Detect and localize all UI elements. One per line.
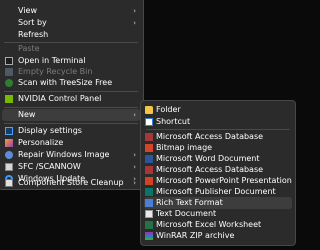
new-submenu: Folder Shortcut Microsoft Access Databas…: [140, 100, 296, 246]
menu-item-nvidia-control-panel[interactable]: NVIDIA Control Panel: [0, 93, 143, 105]
chevron-right-icon: ›: [133, 19, 136, 27]
new-item-folder[interactable]: Folder: [141, 104, 295, 116]
new-item-shortcut[interactable]: Shortcut: [141, 116, 295, 128]
repair-icon: [5, 151, 13, 159]
chevron-right-icon: ›: [133, 111, 136, 119]
powerpoint-icon: [145, 177, 153, 185]
access-icon: [145, 133, 153, 141]
new-item-label: WinRAR ZIP archive: [156, 231, 235, 240]
chevron-right-icon: ›: [133, 179, 136, 187]
menu-item-repair-windows-image[interactable]: Repair Windows Image ›: [0, 149, 143, 161]
menu-item-sort-by[interactable]: Sort by ›: [0, 17, 143, 29]
new-item-label: Microsoft Access Database: [156, 132, 264, 141]
menu-item-label: Refresh: [18, 30, 49, 39]
menu-item-label: Empty Recycle Bin: [18, 67, 93, 76]
menu-item-sfc-scannow[interactable]: SFC /SCANNOW ›: [0, 161, 143, 173]
text-document-icon: [145, 210, 153, 218]
menu-item-label: SFC /SCANNOW: [18, 162, 81, 171]
folder-icon: [145, 106, 153, 114]
menu-item-view[interactable]: View ›: [0, 5, 143, 17]
menu-item-label: Paste: [18, 44, 40, 53]
bitmap-icon: [145, 144, 153, 152]
new-item-label: Shortcut: [156, 117, 191, 126]
publisher-icon: [145, 188, 153, 196]
new-item-label: Microsoft Publisher Document: [156, 187, 276, 196]
menu-divider: [146, 129, 290, 130]
recycle-bin-icon: [5, 68, 13, 76]
access-icon: [145, 166, 153, 174]
display-icon: [5, 127, 13, 135]
new-item-label: Text Document: [156, 209, 217, 218]
menu-item-label: New: [18, 110, 36, 119]
sfc-icon: [5, 163, 13, 171]
menu-item-label: Component Store Cleanup: [18, 178, 124, 187]
menu-divider: [4, 123, 138, 124]
menu-divider: [4, 91, 138, 92]
desktop-context-menu: View › Sort by › Refresh Paste Open in T…: [0, 0, 144, 190]
menu-item-paste[interactable]: Paste: [0, 43, 143, 55]
chevron-right-icon: ›: [133, 163, 136, 171]
menu-item-label: Sort by: [18, 18, 47, 27]
word-icon: [145, 155, 153, 163]
nvidia-icon: [5, 95, 13, 103]
menu-item-label: Display settings: [18, 126, 82, 135]
new-item-label: Folder: [156, 105, 181, 114]
new-item-label: Bitmap image: [156, 143, 213, 152]
excel-icon: [145, 221, 153, 229]
menu-item-label: Repair Windows Image: [18, 150, 110, 159]
shortcut-icon: [145, 118, 153, 126]
menu-item-component-store-cleanup[interactable]: Component Store Cleanup ›: [0, 178, 143, 189]
menu-item-label: Personalize: [18, 138, 64, 147]
new-item-label: Microsoft Access Database: [156, 165, 264, 174]
new-item-label: Microsoft PowerPoint Presentation: [156, 176, 292, 185]
menu-item-display-settings[interactable]: Display settings: [0, 125, 143, 137]
personalize-icon: [5, 139, 13, 147]
menu-item-personalize[interactable]: Personalize: [0, 137, 143, 149]
menu-item-label: Scan with TreeSize Free: [18, 78, 113, 87]
menu-item-label: View: [18, 6, 37, 15]
menu-item-label: Open in Terminal: [18, 56, 86, 65]
new-item-label: Rich Text Format: [156, 198, 223, 207]
rtf-icon: [145, 199, 153, 207]
new-item-label: Microsoft Word Document: [156, 154, 260, 163]
menu-divider: [4, 107, 138, 108]
new-item-winrar-zip-archive[interactable]: WinRAR ZIP archive: [141, 230, 295, 242]
terminal-icon: [5, 57, 13, 65]
menu-item-refresh[interactable]: Refresh: [0, 29, 143, 41]
treesize-icon: [5, 79, 13, 87]
component-store-icon: [5, 179, 13, 187]
menu-item-scan-with-treesize[interactable]: Scan with TreeSize Free: [0, 77, 143, 89]
chevron-right-icon: ›: [133, 151, 136, 159]
new-item-label: Microsoft Excel Worksheet: [156, 220, 262, 229]
winrar-icon: [145, 232, 153, 240]
chevron-right-icon: ›: [133, 7, 136, 15]
menu-item-new[interactable]: New ›: [0, 109, 143, 121]
menu-item-label: NVIDIA Control Panel: [18, 94, 102, 103]
